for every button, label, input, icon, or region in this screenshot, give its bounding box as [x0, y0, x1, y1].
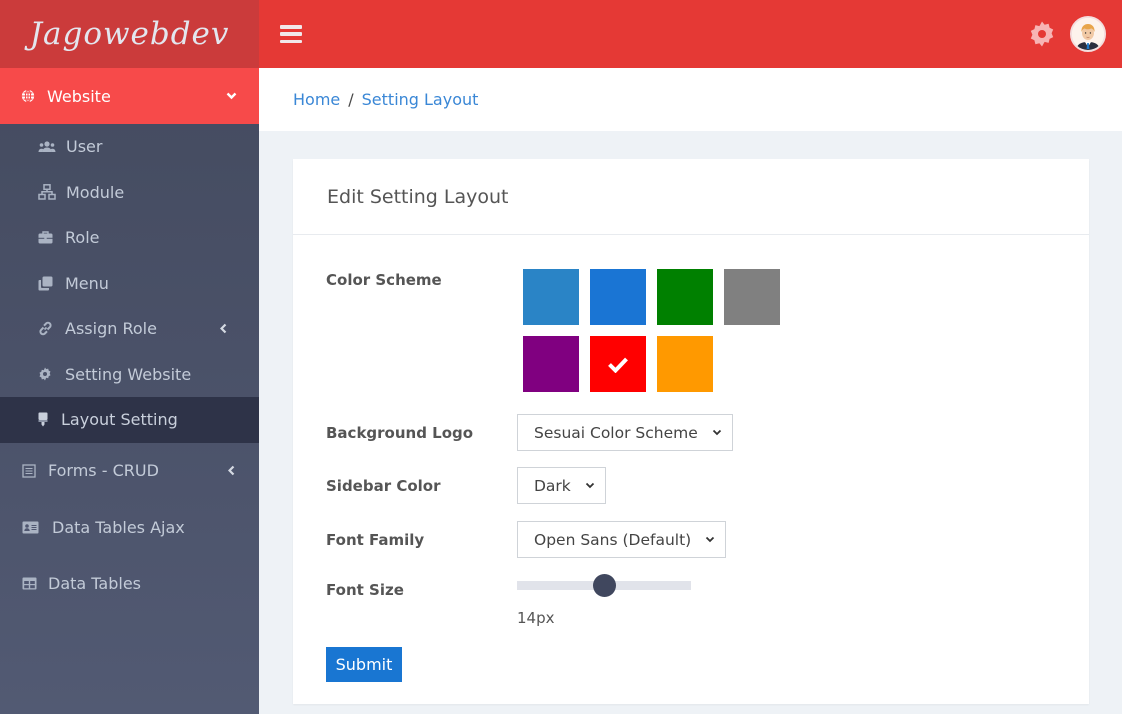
- font-family-label: Font Family: [326, 530, 425, 549]
- font-size-row: Font Size: [326, 581, 517, 599]
- sidebar-item-label: Setting Website: [65, 364, 192, 384]
- paint-brush-icon: [38, 412, 52, 427]
- chevron-down-icon: [712, 429, 722, 436]
- sidebar-item-website[interactable]: Website: [0, 68, 259, 124]
- chevron-down-icon: [585, 482, 595, 489]
- sidebar-item-data-tables[interactable]: Data Tables: [0, 556, 259, 613]
- background-logo-row: Background Logo Sesuai Color Scheme: [326, 414, 733, 451]
- cog-icon: [38, 367, 54, 381]
- color-swatch-purple[interactable]: [523, 336, 579, 392]
- user-avatar[interactable]: [1070, 16, 1106, 52]
- sidebar-item-data-tables-ajax[interactable]: Data Tables Ajax: [0, 499, 259, 556]
- card-header: Edit Setting Layout: [293, 159, 1089, 235]
- sidebar-item-role[interactable]: Role: [0, 215, 259, 261]
- breadcrumb-home[interactable]: Home: [293, 90, 340, 109]
- font-family-value: Open Sans (Default): [534, 530, 692, 549]
- globe-icon: [20, 89, 36, 103]
- background-logo-select[interactable]: Sesuai Color Scheme: [517, 414, 733, 451]
- sidebar-item-label: Module: [66, 182, 125, 202]
- link-icon: [38, 321, 54, 336]
- clone-icon: [38, 276, 54, 291]
- brand-logo[interactable]: Jagowebdev: [0, 0, 259, 68]
- chevron-left-icon: [220, 323, 227, 334]
- font-size-label: Font Size: [326, 581, 404, 599]
- background-logo-label: Background Logo: [326, 423, 474, 442]
- sidebar-item-label: Assign Role: [65, 319, 157, 339]
- sidebar-item-label: Menu: [65, 273, 109, 293]
- sidebar-item-user[interactable]: User: [0, 124, 259, 170]
- font-size-slider[interactable]: [517, 574, 691, 597]
- hamburger-icon[interactable]: [280, 25, 302, 43]
- sidebar-item-label: Role: [65, 228, 100, 248]
- sitemap-icon: [38, 184, 58, 200]
- color-scheme-row: Color Scheme: [326, 271, 517, 289]
- sidebar-item-setting-website[interactable]: Setting Website: [0, 352, 259, 398]
- submit-button[interactable]: Submit: [326, 647, 402, 682]
- breadcrumb-current[interactable]: Setting Layout: [362, 90, 479, 109]
- sidebar-color-value: Dark: [534, 476, 571, 495]
- sidebar-item-module[interactable]: Module: [0, 170, 259, 216]
- chevron-down-icon: [226, 92, 237, 100]
- breadcrumb-separator: /: [348, 90, 354, 109]
- color-swatch-red[interactable]: [590, 336, 646, 392]
- color-scheme-label: Color Scheme: [326, 271, 442, 289]
- sidebar-item-label: Data Tables: [48, 574, 141, 594]
- sidebar-item-label: Data Tables Ajax: [52, 517, 185, 537]
- edit-setting-layout-card: Edit Setting Layout Color Scheme Backgro…: [293, 159, 1089, 704]
- table-icon: [22, 577, 40, 590]
- sidebar-item-label: Website: [47, 86, 111, 106]
- breadcrumb: Home / Setting Layout: [259, 68, 1122, 131]
- id-card-icon: [22, 521, 42, 534]
- color-scheme-swatches: [523, 269, 793, 392]
- font-size-slider-thumb[interactable]: [592, 574, 616, 597]
- background-logo-value: Sesuai Color Scheme: [534, 423, 698, 442]
- color-swatch-blue[interactable]: [590, 269, 646, 325]
- chevron-down-icon: [705, 536, 715, 543]
- sidebar-item-label: Forms - CRUD: [48, 461, 159, 481]
- color-swatch-blue-light[interactable]: [523, 269, 579, 325]
- sidebar-item-forms-crud[interactable]: Forms - CRUD: [0, 443, 259, 500]
- sidebar-item-label: User: [66, 137, 103, 157]
- font-family-select[interactable]: Open Sans (Default): [517, 521, 727, 558]
- font-family-row: Font Family Open Sans (Default): [326, 521, 727, 558]
- color-swatch-green[interactable]: [657, 269, 713, 325]
- chevron-left-icon: [228, 465, 235, 476]
- sidebar: Jagowebdev Website User Module Role Menu: [0, 0, 259, 714]
- sidebar-item-menu[interactable]: Menu: [0, 261, 259, 307]
- sidebar-item-assign-role[interactable]: Assign Role: [0, 306, 259, 352]
- sidebar-item-layout-setting[interactable]: Layout Setting: [0, 397, 259, 443]
- users-icon: [38, 141, 58, 153]
- gear-icon[interactable]: [1028, 20, 1056, 48]
- card-title: Edit Setting Layout: [327, 185, 509, 208]
- sidebar-item-label: Layout Setting: [61, 410, 178, 430]
- sidebar-color-select[interactable]: Dark: [517, 467, 606, 504]
- briefcase-icon: [38, 231, 54, 244]
- brand-logo-text: Jagowebdev: [29, 16, 230, 52]
- font-size-value: 14px: [517, 609, 555, 627]
- sidebar-color-label: Sidebar Color: [326, 476, 441, 495]
- color-swatch-orange[interactable]: [657, 336, 713, 392]
- form-icon: [22, 464, 40, 478]
- color-swatch-gray[interactable]: [724, 269, 780, 325]
- check-icon: [607, 356, 629, 373]
- topbar: [259, 0, 1122, 68]
- sidebar-color-row: Sidebar Color Dark: [326, 467, 606, 504]
